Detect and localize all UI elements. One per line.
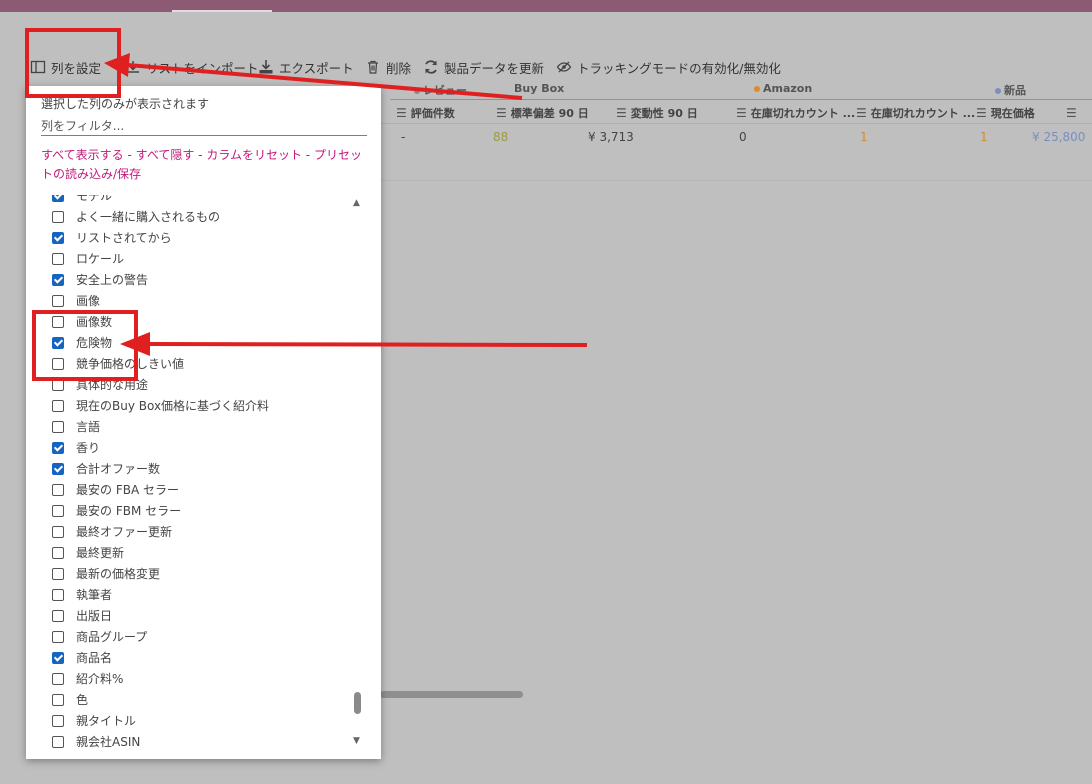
annotation-arrowhead-top	[104, 53, 130, 77]
annotation-arrow-line-bottom	[148, 344, 587, 345]
annotation-arrow-line-top	[128, 65, 522, 98]
annotation-arrowhead-bottom	[120, 332, 150, 356]
annotation-arrows	[0, 0, 1092, 784]
